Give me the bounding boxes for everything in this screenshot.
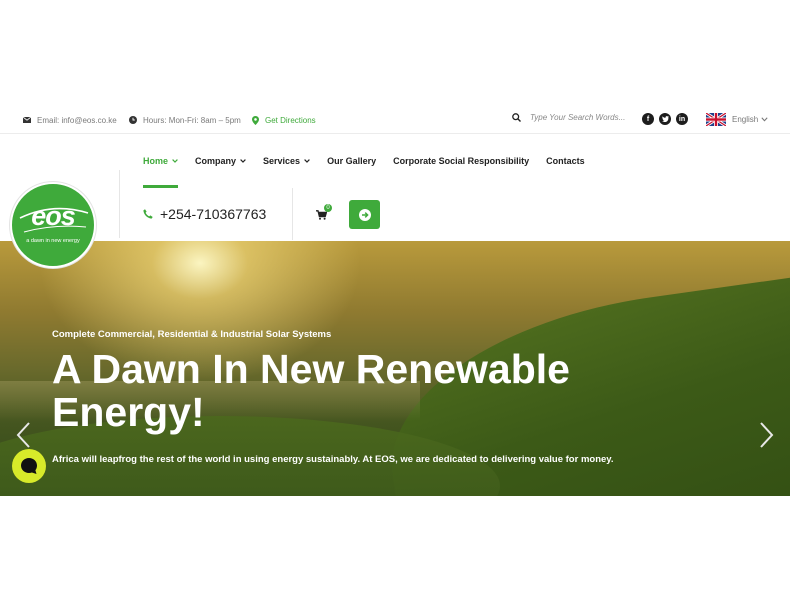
- hours-text: Hours: Mon-Fri: 8am – 5pm: [143, 115, 241, 125]
- arrow-action-button[interactable]: [349, 200, 380, 229]
- nav-label: Services: [263, 156, 301, 166]
- hero-subtitle: Complete Commercial, Residential & Indus…: [52, 329, 332, 340]
- phone-number: +254-710367763: [160, 206, 267, 222]
- nav-label: Our Gallery: [327, 156, 377, 166]
- chevron-down-icon: [172, 159, 178, 163]
- slider-prev-arrow-icon[interactable]: [14, 421, 34, 449]
- hero-title: A Dawn In New Renewable Energy!: [52, 346, 570, 435]
- nav-item-contacts[interactable]: Contacts: [546, 156, 585, 166]
- search-box: [512, 113, 630, 122]
- nav-label: Contacts: [546, 156, 585, 166]
- map-pin-icon: [252, 115, 259, 125]
- search-input[interactable]: [530, 113, 630, 122]
- directions-text: Get Directions: [265, 115, 316, 125]
- uk-flag-icon: [706, 113, 726, 126]
- hero-slider: Complete Commercial, Residential & Indus…: [0, 241, 790, 496]
- chevron-down-icon: [304, 159, 310, 163]
- chevron-down-icon: [240, 159, 246, 163]
- email-text: Email: info@eos.co.ke: [37, 115, 117, 125]
- chat-bubble-icon: [21, 458, 37, 474]
- chat-widget-button[interactable]: [12, 449, 46, 483]
- divider: [292, 188, 293, 240]
- nav-item-csr[interactable]: Corporate Social Responsibility: [393, 156, 529, 166]
- active-nav-indicator: [143, 185, 178, 188]
- nav-item-services[interactable]: Services: [263, 156, 310, 166]
- top-info-bar: Email: info@eos.co.ke Hours: Mon-Fri: 8a…: [0, 108, 790, 134]
- eos-logo[interactable]: eos a dawn in new energy: [10, 182, 96, 268]
- clock-icon: [129, 116, 137, 124]
- hero-description: Africa will leapfrog the rest of the wor…: [52, 454, 614, 465]
- nav-label: Home: [143, 156, 169, 166]
- nav-item-company[interactable]: Company: [195, 156, 246, 166]
- social-links: f in: [642, 113, 688, 125]
- facebook-icon[interactable]: f: [642, 113, 654, 125]
- hours-info: Hours: Mon-Fri: 8am – 5pm: [129, 112, 241, 128]
- phone-contact[interactable]: +254-710367763: [143, 206, 266, 222]
- nav-item-home[interactable]: Home: [143, 156, 178, 166]
- email-info[interactable]: Email: info@eos.co.ke: [23, 112, 117, 128]
- phone-icon: [143, 209, 153, 219]
- nav-label: Company: [195, 156, 237, 166]
- search-icon[interactable]: [512, 113, 521, 122]
- language-selector[interactable]: English: [706, 113, 768, 126]
- logo-wordmark: eos: [31, 201, 76, 231]
- chevron-down-icon: [761, 117, 768, 122]
- arrow-right-circle-icon: [358, 208, 371, 221]
- cart-count-badge: 0: [324, 204, 332, 212]
- get-directions-link[interactable]: Get Directions: [252, 112, 316, 128]
- nav-item-our-gallery[interactable]: Our Gallery: [327, 156, 376, 166]
- nav-label: Corporate Social Responsibility: [393, 156, 530, 166]
- language-label: English: [732, 115, 759, 124]
- twitter-icon[interactable]: [659, 113, 671, 125]
- envelope-icon: [23, 117, 31, 123]
- linkedin-icon[interactable]: in: [676, 113, 688, 125]
- logo-tagline: a dawn in new energy: [26, 238, 80, 244]
- main-nav: Home Company Services Our Gallery Corpor…: [143, 156, 602, 166]
- divider: [119, 170, 120, 238]
- cart-button[interactable]: 0: [316, 204, 332, 225]
- slider-next-arrow-icon[interactable]: [756, 421, 776, 449]
